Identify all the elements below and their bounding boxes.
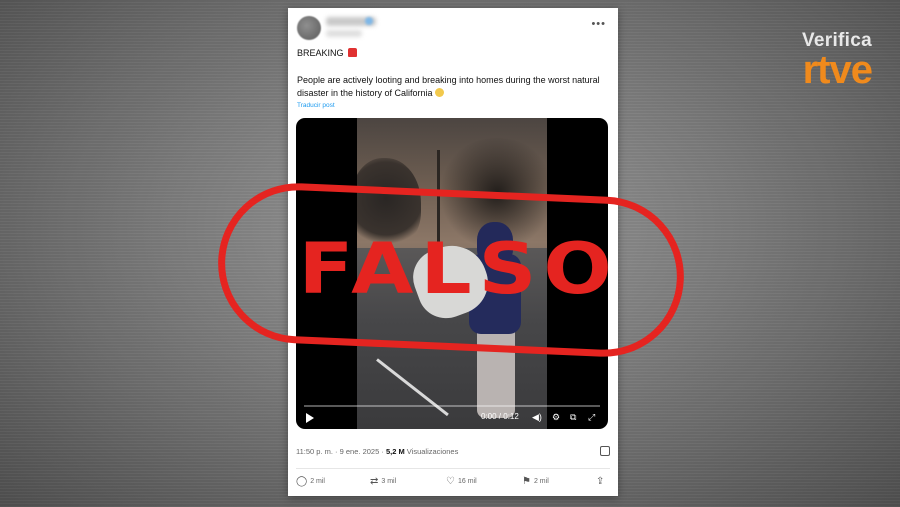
video-controls: 0:00 / 0:12 ◀) ⚙ ⧉ ⤢	[296, 401, 608, 429]
upload-share-icon: ⇪	[596, 476, 605, 487]
share-button[interactable]: ⇪	[596, 476, 607, 487]
bookmark-icon: ⚑	[522, 476, 531, 487]
tweet-headline: BREAKING	[297, 48, 358, 58]
video-progress-bar[interactable]	[304, 405, 600, 407]
tweet-text: People are actively looting and breaking…	[297, 74, 602, 100]
avatar[interactable]	[297, 16, 321, 40]
heart-icon: ♡	[446, 476, 455, 487]
bookmark-button[interactable]: ⚑ 2 mil	[522, 476, 549, 487]
verified-badge-icon	[365, 17, 373, 25]
handle-blurred[interactable]	[326, 30, 362, 37]
divider	[296, 468, 610, 469]
share-post-icon[interactable]	[600, 446, 610, 456]
views-count: 5,2 M	[385, 447, 405, 456]
pip-icon[interactable]: ⧉	[570, 412, 576, 422]
bookmark-count: 2 mil	[533, 478, 549, 485]
rtve-verifica-logo: Verifica rtve	[752, 30, 873, 92]
like-count: 16 mil	[457, 478, 477, 485]
reply-icon: ◯	[296, 476, 308, 487]
reply-button[interactable]: ◯ 2 mil	[296, 476, 325, 487]
volume-icon[interactable]: ◀)	[532, 412, 542, 422]
like-button[interactable]: ♡ 16 mil	[446, 476, 477, 487]
translate-post-link[interactable]: Traducir post	[297, 102, 335, 109]
repost-button[interactable]: ⇄ 3 mil	[370, 476, 396, 487]
repost-count: 3 mil	[381, 478, 397, 485]
more-options-icon[interactable]: •••	[591, 18, 606, 30]
fullscreen-icon[interactable]: ⤢	[588, 412, 595, 422]
falso-stamp-text: FALSO	[298, 228, 619, 310]
video-time: 0:00 / 0:12	[481, 412, 519, 421]
tweet-actions: ◯ 2 mil ⇄ 3 mil ♡ 16 mil ⚑ 2 mil ⇪	[296, 476, 610, 492]
logo-rtve-text: rtve	[802, 48, 873, 92]
settings-icon[interactable]: ⚙	[552, 412, 560, 422]
crying-face-emoji-icon	[435, 88, 445, 97]
tweet-body: People are actively looting and breaking…	[297, 75, 600, 98]
headline-text: BREAKING	[297, 48, 344, 58]
tweet-metadata: 11:50 p. m. · 9 ene. 2025 · 5,2 M Visual…	[296, 447, 458, 456]
repost-icon: ⇄	[370, 476, 379, 487]
play-icon[interactable]	[306, 413, 314, 423]
views-label: Visualizaciones	[406, 447, 459, 456]
reply-count: 2 mil	[310, 478, 325, 485]
tweet-timestamp[interactable]: 11:50 p. m. · 9 ene. 2025 ·	[296, 447, 384, 456]
siren-emoji-icon	[348, 48, 358, 57]
